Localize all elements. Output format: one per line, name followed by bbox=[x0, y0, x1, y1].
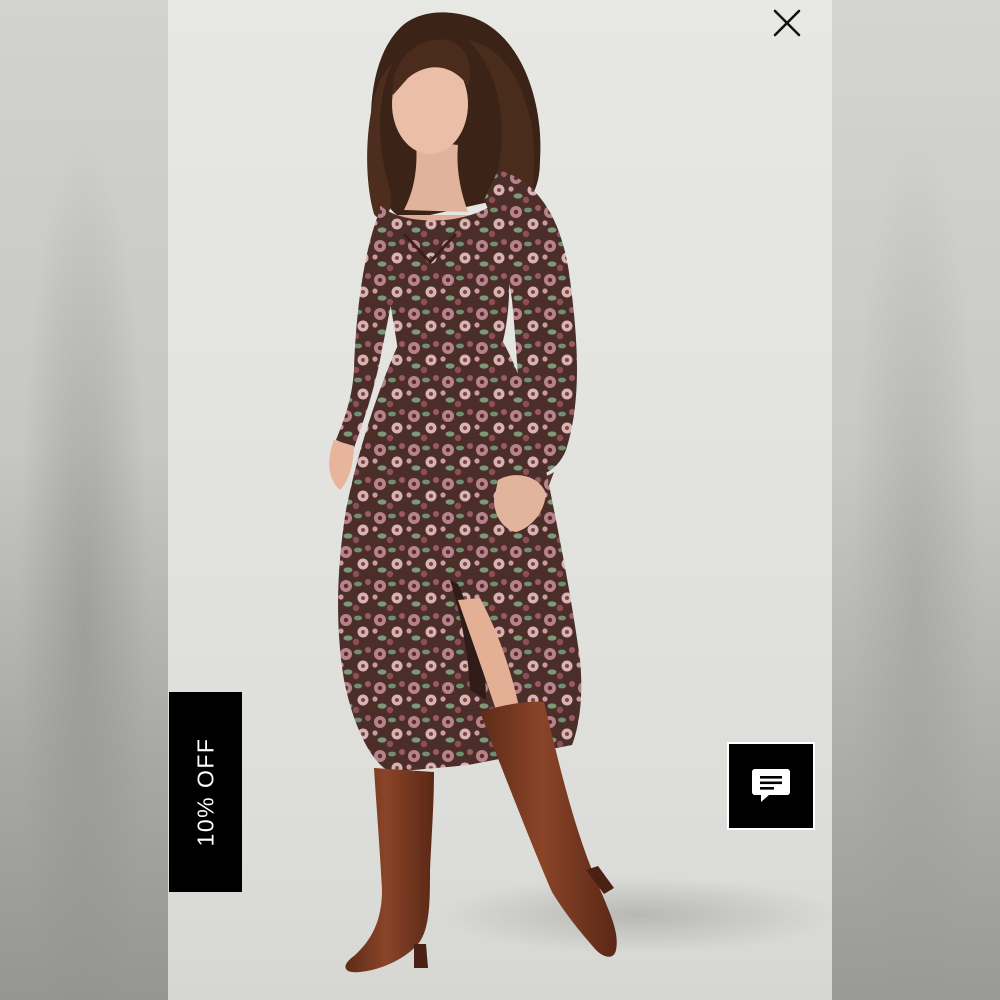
blurred-backdrop-right bbox=[832, 0, 1000, 1000]
chat-button[interactable] bbox=[727, 742, 815, 830]
blurred-backdrop-left bbox=[0, 0, 168, 1000]
close-icon bbox=[773, 9, 801, 37]
product-image bbox=[168, 0, 832, 1000]
close-button[interactable] bbox=[770, 6, 804, 40]
chat-bubble-icon bbox=[752, 769, 790, 802]
promo-label: 10% OFF bbox=[192, 737, 218, 847]
model-figure bbox=[329, 12, 832, 973]
discount-promo-tab[interactable]: 10% OFF bbox=[169, 692, 242, 892]
